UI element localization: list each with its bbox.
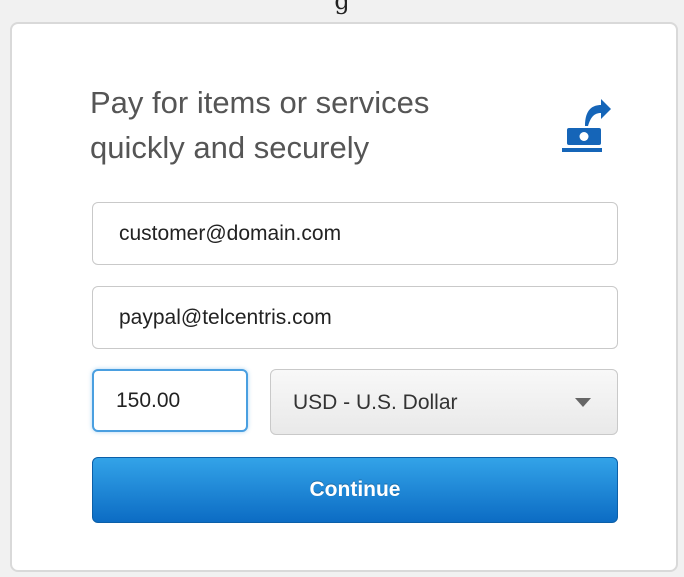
payment-card: Pay for items or services quickly and se… <box>10 22 678 572</box>
currency-select[interactable]: USD - U.S. Dollar <box>270 369 618 435</box>
currency-selected-value: USD - U.S. Dollar <box>293 391 458 414</box>
email-field[interactable] <box>92 202 618 265</box>
cropped-header-text: g <box>334 0 350 15</box>
recipient-email-field[interactable] <box>92 286 618 349</box>
card-headline: Pay for items or services quickly and se… <box>90 85 430 165</box>
chevron-down-icon <box>575 398 591 407</box>
amount-field[interactable] <box>92 369 248 432</box>
send-money-icon <box>562 99 611 152</box>
continue-button[interactable]: Continue <box>92 457 618 523</box>
